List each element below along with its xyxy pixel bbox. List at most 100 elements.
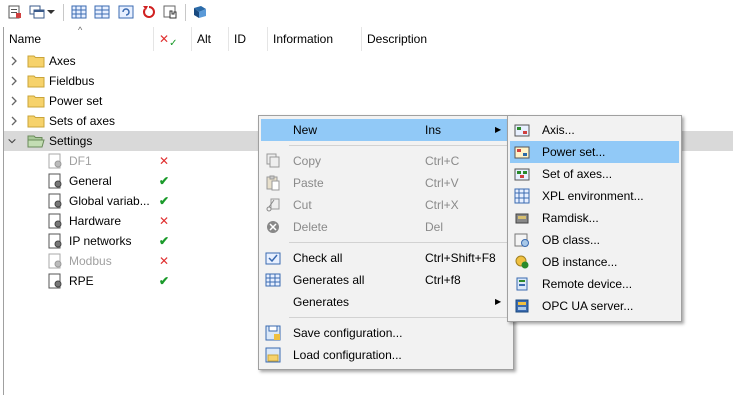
menu-item-label: Paste: [293, 176, 324, 190]
paste-icon: [266, 175, 280, 191]
chevron-right-icon[interactable]: [9, 95, 19, 107]
menu-item-label: Load configuration...: [293, 348, 402, 362]
menu-item-shortcut: Ctrl+f8: [425, 273, 461, 287]
menu-item-shortcut: Ins: [425, 123, 442, 137]
column-name[interactable]: Name: [4, 27, 154, 51]
book-icon[interactable]: [191, 3, 209, 21]
project-icon[interactable]: [6, 3, 24, 21]
settings-file-icon: [48, 273, 62, 289]
settings-file-icon: [48, 213, 62, 229]
column-alt[interactable]: Alt: [192, 27, 229, 51]
menu-item-shortcut: Ctrl+X: [425, 198, 459, 212]
submenu-item-power-set[interactable]: Power set...: [510, 141, 679, 163]
menu-item-label: Cut: [293, 198, 312, 212]
menu-item-load-configuration[interactable]: Load configuration...: [261, 344, 511, 366]
column-check[interactable]: ✕✓: [154, 27, 192, 51]
menu-item-generates[interactable]: Generates ▶: [261, 291, 511, 313]
generate-all-icon: [265, 273, 281, 287]
chevron-down-icon[interactable]: [7, 135, 17, 147]
menu-separator: [289, 145, 509, 146]
menu-item-label: Generates: [293, 295, 350, 309]
menu-item-delete[interactable]: Delete Del: [261, 216, 511, 238]
folder-icon: [27, 115, 45, 128]
tree-item-label: Settings: [49, 134, 93, 148]
menu-item-label: Generates all: [293, 273, 365, 287]
settings-file-icon: [48, 153, 62, 169]
chevron-right-icon[interactable]: [9, 115, 19, 127]
tree-item-power-set[interactable]: Power set: [4, 91, 733, 111]
set-of-axes-icon: [514, 168, 530, 181]
menu-item-label: Save configuration...: [293, 326, 403, 340]
submenu-item-opc-ua-server[interactable]: OPC UA server...: [510, 295, 679, 317]
column-id[interactable]: ID: [229, 27, 268, 51]
tree-item-label: Modbus: [69, 254, 112, 268]
settings-file-icon: [48, 193, 62, 209]
grid-icon[interactable]: [70, 3, 88, 21]
menu-item-generates-all[interactable]: Generates all Ctrl+f8: [261, 269, 511, 291]
folder-icon: [27, 75, 45, 88]
hand-icon[interactable]: [162, 3, 180, 21]
menu-item-label: OPC UA server...: [542, 299, 634, 313]
menu-item-label: XPL environment...: [542, 189, 644, 203]
remote-device-icon: [516, 277, 528, 291]
check-icon: ✔: [159, 274, 170, 288]
tree-item-label: General: [69, 174, 112, 188]
context-menu: New Ins ▶ Copy Ctrl+C Paste Ctrl+V Cut C…: [258, 115, 514, 370]
save-config-icon: [265, 325, 281, 341]
chevron-right-icon[interactable]: [9, 55, 19, 67]
error-icon: ✕: [159, 214, 170, 228]
settings-file-icon: [48, 253, 62, 269]
submenu-arrow-icon: ▶: [495, 125, 502, 134]
submenu-item-ob-class[interactable]: OB class...: [510, 229, 679, 251]
check-icon: ✔: [159, 174, 170, 188]
menu-item-save-configuration[interactable]: Save configuration...: [261, 322, 511, 344]
submenu-item-remote-device[interactable]: Remote device...: [510, 273, 679, 295]
menu-item-shortcut: Ctrl+C: [425, 154, 460, 168]
menu-item-label: OB class...: [542, 233, 601, 247]
delete-icon: [267, 221, 279, 233]
menu-item-label: Ramdisk...: [542, 211, 599, 225]
check-all-icon: [265, 252, 281, 265]
menu-item-label: Axis...: [542, 123, 575, 137]
dropdown-arrow-icon[interactable]: [46, 3, 56, 21]
menu-item-copy[interactable]: Copy Ctrl+C: [261, 150, 511, 172]
folder-open-icon: [27, 135, 45, 148]
column-description[interactable]: Description: [362, 27, 733, 51]
menu-item-check-all[interactable]: Check all Ctrl+Shift+F8: [261, 247, 511, 269]
ob-instance-icon: [515, 255, 529, 269]
tree-item-axes[interactable]: Axes: [4, 51, 733, 71]
tree-item-label: DF1: [69, 154, 92, 168]
menu-item-label: Copy: [293, 154, 322, 168]
grid-alt-icon[interactable]: [93, 3, 111, 21]
axis-icon: [514, 124, 530, 137]
ob-class-icon: [514, 233, 529, 247]
toolbar: [0, 0, 733, 27]
menu-item-shortcut: Ctrl+Shift+F8: [425, 251, 496, 265]
undo-icon[interactable]: [140, 3, 158, 21]
chevron-right-icon[interactable]: [9, 75, 19, 87]
windows-icon[interactable]: [28, 3, 46, 21]
tree-item-label: RPE: [69, 274, 94, 288]
menu-item-paste[interactable]: Paste Ctrl+V: [261, 172, 511, 194]
menu-separator: [289, 317, 509, 318]
submenu-item-ramdisk[interactable]: Ramdisk...: [510, 207, 679, 229]
column-information[interactable]: Information: [268, 27, 362, 51]
tree-item-label: Global variab...: [69, 194, 150, 208]
submenu-item-set-of-axes[interactable]: Set of axes...: [510, 163, 679, 185]
submenu-item-axis[interactable]: Axis...: [510, 119, 679, 141]
menu-item-cut[interactable]: Cut Ctrl+X: [261, 194, 511, 216]
error-icon: ✕: [159, 254, 170, 268]
submenu-item-ob-instance[interactable]: OB instance...: [510, 251, 679, 273]
tree-item-fieldbus[interactable]: Fieldbus: [4, 71, 733, 91]
tree-item-label: Power set: [49, 94, 103, 108]
error-icon: ✕: [159, 154, 170, 168]
refresh-icon[interactable]: [117, 3, 135, 21]
menu-item-label: Power set...: [542, 145, 606, 159]
menu-item-new[interactable]: New Ins ▶: [261, 119, 511, 141]
menu-item-shortcut: Del: [425, 220, 444, 234]
check-icon: ✔: [159, 234, 170, 248]
menu-item-label: Delete: [293, 220, 328, 234]
submenu-item-xpl-environment[interactable]: XPL environment...: [510, 185, 679, 207]
tree-item-label: Axes: [49, 54, 76, 68]
xpl-environment-icon: [514, 188, 530, 204]
